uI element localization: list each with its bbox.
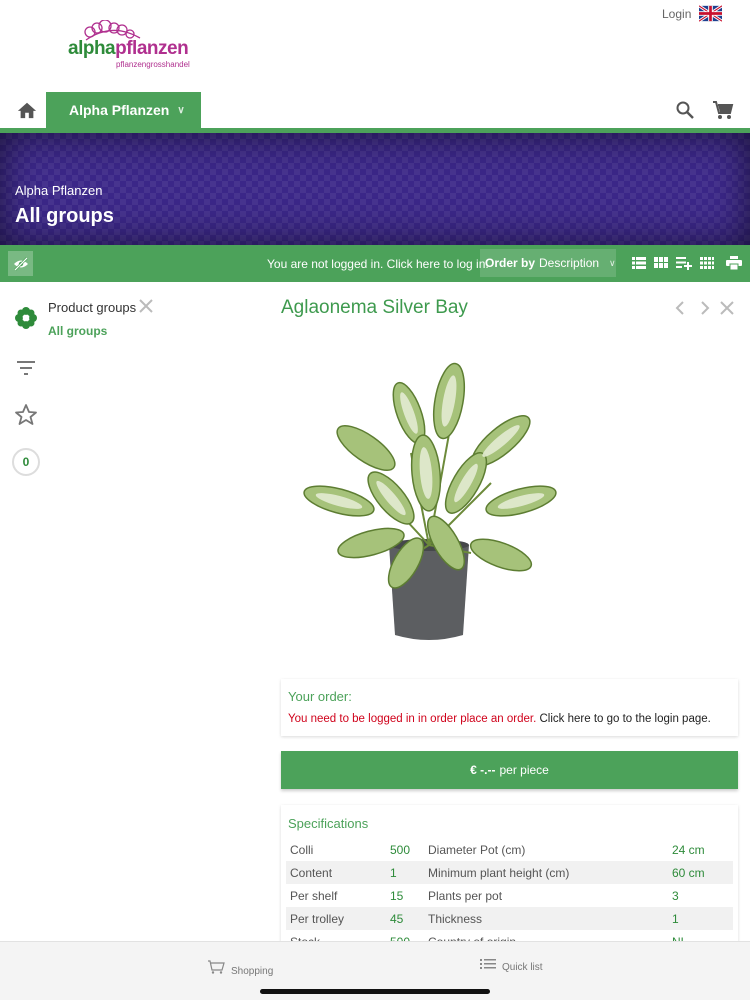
spec-value: 1 [668, 907, 733, 930]
alpha-pflanzen-logo[interactable]: alphapflanzen pflanzengrosshandel [66, 20, 190, 72]
spec-row: Colli 500 Diameter Pot (cm) 24 cm [286, 838, 733, 861]
list-view-icon[interactable] [632, 256, 646, 270]
compact-grid-icon[interactable] [700, 256, 714, 270]
spec-value: 15 [390, 888, 404, 903]
all-groups-link[interactable]: All groups [48, 324, 107, 338]
order-message: You need to be logged in in order place … [288, 713, 711, 725]
spec-value: 24 cm [672, 842, 705, 857]
header: alphapflanzen pflanzengrosshandel Login [0, 0, 750, 92]
nav-tab-label: Alpha Pflanzen [69, 102, 170, 118]
logo-wordmark: alphapflanzen [68, 38, 189, 59]
spec-label: Minimum plant height (cm) [424, 861, 668, 884]
print-icon[interactable] [726, 256, 742, 270]
product-groups-flower-icon[interactable] [14, 306, 38, 330]
logo-tagline: pflanzengrosshandel [116, 60, 190, 69]
order-by-select[interactable]: Order by Description ∨ [480, 249, 616, 277]
product-toolbar: You are not logged in. Click here to log… [0, 245, 750, 282]
add-to-list-icon[interactable] [676, 256, 692, 270]
spec-label: Per trolley [286, 907, 386, 930]
specifications-heading: Specifications [288, 816, 369, 831]
order-by-label: Order by [485, 256, 536, 270]
cart-icon[interactable] [712, 100, 734, 120]
order-by-value: Description [539, 256, 600, 270]
uk-flag-icon[interactable] [699, 5, 722, 22]
spec-label: Colli [290, 842, 314, 857]
grid-view-icon[interactable] [654, 256, 668, 270]
chevron-right-icon[interactable] [696, 300, 712, 316]
chevron-left-icon[interactable] [673, 300, 689, 316]
spec-value: 45 [386, 907, 424, 930]
spec-row: Content 1 Minimum plant height (cm) 60 cm [286, 861, 733, 884]
spec-value: 500 [390, 842, 411, 857]
spec-value: 3 [672, 888, 679, 903]
spec-row: Per trolley 45 Thickness 1 [286, 907, 733, 930]
spec-label: Diameter Pot (cm) [428, 842, 526, 857]
order-warning-text: You need to be logged in in order place … [288, 713, 537, 725]
order-card: Your order: You need to be logged in in … [281, 679, 738, 736]
spec-label: Thickness [424, 907, 668, 930]
search-icon[interactable] [675, 100, 695, 120]
home-indicator [260, 989, 490, 994]
banner-title: All groups [15, 205, 114, 227]
favorites-count-badge[interactable]: 0 [12, 448, 40, 476]
banner-subtitle: Alpha Pflanzen [15, 183, 103, 198]
list-icon [480, 958, 496, 969]
order-heading: Your order: [288, 689, 352, 704]
price-button[interactable]: € -.-- per piece [281, 751, 738, 789]
main-navbar: Alpha Pflanzen ∨ [0, 92, 750, 128]
product-title: Aglaonema Silver Bay [281, 297, 468, 318]
cart-icon [208, 959, 225, 974]
nav-tab-alpha-pflanzen[interactable]: Alpha Pflanzen ∨ [46, 92, 201, 128]
category-banner: Alpha Pflanzen All groups [0, 133, 750, 245]
specifications-table: Colli 500 Diameter Pot (cm) 24 cm Content 1 Mi… [286, 838, 733, 953]
spec-value: 60 cm [668, 861, 733, 884]
close-icon[interactable] [719, 300, 735, 316]
quick-list-tab-label: Quick list [502, 962, 543, 973]
specifications-card: Specifications Colli 500 Diameter Pot (cm)… [281, 805, 738, 955]
order-login-link[interactable]: Click here to go to the login page. [540, 713, 711, 725]
chevron-down-icon: ∨ [609, 257, 616, 268]
product-groups-heading: Product groups [48, 300, 137, 315]
eye-off-icon [13, 256, 28, 271]
spec-value: 1 [386, 861, 424, 884]
product-image[interactable] [281, 333, 610, 663]
spec-label: Per shelf [290, 888, 338, 903]
close-icon[interactable] [138, 298, 154, 314]
chevron-down-icon: ∨ [177, 104, 185, 116]
spec-label: Content [286, 861, 386, 884]
shopping-tab[interactable]: Shopping [207, 956, 273, 977]
filter-icon[interactable] [14, 356, 38, 380]
hide-prices-button[interactable] [8, 251, 33, 276]
spec-label: Plants per pot [428, 888, 503, 903]
spec-row: Per shelf 15 Plants per pot 3 [286, 884, 733, 907]
quick-list-tab[interactable]: Quick list [480, 956, 543, 973]
price-value: € -.-- [470, 763, 496, 777]
star-icon[interactable] [14, 403, 38, 427]
price-unit: per piece [499, 763, 549, 777]
login-link[interactable]: Login [662, 7, 691, 21]
login-message-link[interactable]: You are not logged in. Click here to log… [267, 257, 489, 271]
plant-image [303, 362, 557, 640]
shopping-tab-label: Shopping [231, 966, 274, 977]
home-icon[interactable] [16, 100, 38, 120]
